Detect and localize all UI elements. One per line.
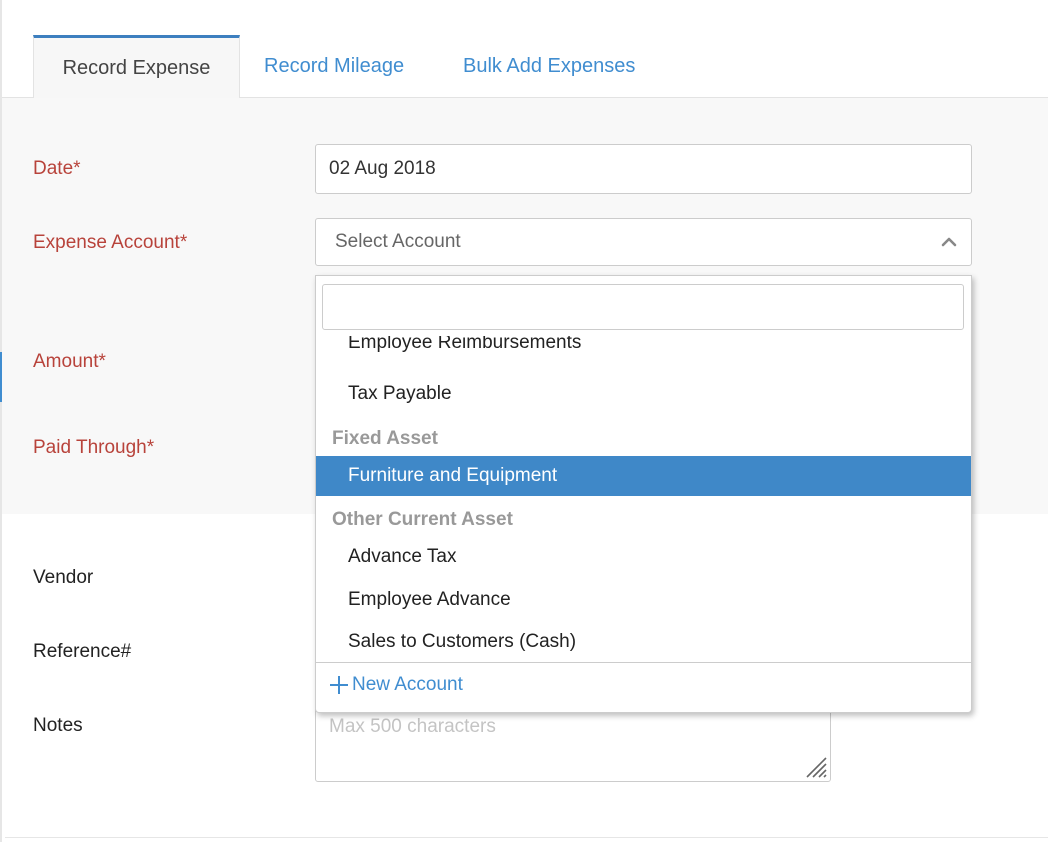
new-account-label: New Account — [352, 674, 463, 695]
reference-label: Reference# — [33, 641, 132, 662]
notes-textarea[interactable] — [316, 706, 830, 781]
option-furniture-and-equipment[interactable]: Furniture and Equipment — [316, 456, 971, 496]
expense-tabs: Record Expense Record Mileage Bulk Add E… — [2, 0, 1048, 99]
vendor-label: Vendor — [33, 567, 94, 588]
expense-account-select[interactable]: Select Account — [315, 218, 972, 266]
plus-icon — [330, 676, 348, 694]
group-fixed-asset: Fixed Asset — [332, 428, 438, 449]
account-options-list[interactable]: Employee Reimbursements Tax Payable Fixe… — [316, 336, 971, 662]
option-employee-advance[interactable]: Employee Advance — [316, 580, 971, 620]
notes-field — [315, 705, 831, 782]
new-account-button[interactable]: New Account — [330, 674, 463, 696]
account-dropdown: Employee Reimbursements Tax Payable Fixe… — [315, 275, 972, 713]
bottom-divider — [5, 837, 1048, 838]
option-tax-payable[interactable]: Tax Payable — [316, 374, 971, 414]
option-advance-tax[interactable]: Advance Tax — [316, 537, 971, 577]
paid-through-label: Paid Through* — [33, 437, 155, 458]
notes-label: Notes — [33, 715, 83, 736]
option-employee-reimbursements[interactable]: Employee Reimbursements — [316, 336, 971, 363]
date-input[interactable]: 02 Aug 2018 — [315, 144, 972, 194]
dropdown-footer: New Account — [316, 662, 971, 712]
option-sales-to-customers-cash[interactable]: Sales to Customers (Cash) — [316, 622, 971, 662]
chevron-up-icon — [941, 237, 957, 247]
account-search-input[interactable] — [322, 284, 964, 330]
expense-account-placeholder: Select Account — [335, 231, 461, 252]
tab-bulk-add-expenses[interactable]: Bulk Add Expenses — [463, 35, 635, 98]
resize-handle-icon[interactable] — [802, 753, 828, 779]
expense-account-label: Expense Account* — [33, 232, 188, 253]
tab-record-mileage[interactable]: Record Mileage — [264, 35, 404, 98]
tab-record-expense[interactable]: Record Expense — [33, 35, 240, 99]
left-accent-bar — [0, 352, 2, 402]
date-label: Date* — [33, 158, 81, 179]
amount-label: Amount* — [33, 351, 106, 372]
group-other-current-asset: Other Current Asset — [332, 509, 513, 530]
